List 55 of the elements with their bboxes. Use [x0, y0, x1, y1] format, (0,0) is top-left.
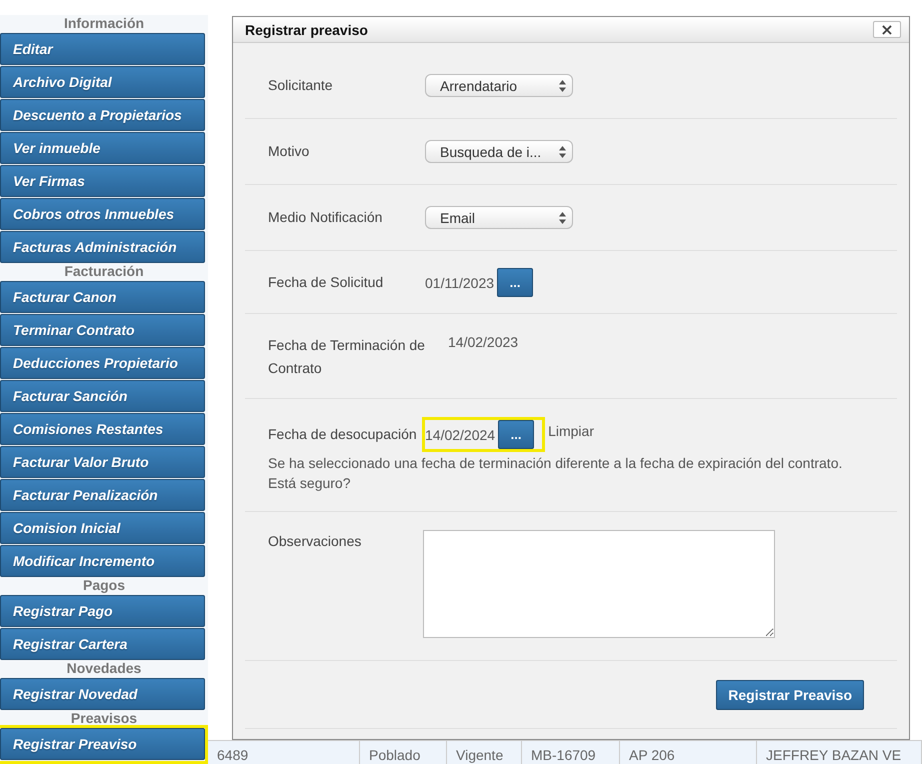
sidebar-button[interactable]: Ver inmueble: [0, 132, 205, 164]
dialog-title: Registrar preaviso: [245, 22, 368, 38]
table-cell: JEFFREY BAZAN VE: [757, 741, 922, 764]
section-title: Facturación: [63, 264, 145, 281]
field-label: Medio Notificación: [267, 208, 384, 227]
sidebar-button[interactable]: Registrar Pago: [0, 595, 205, 627]
section-title: Novedades: [66, 661, 142, 678]
sidebar-button[interactable]: Registrar Cartera: [0, 628, 205, 660]
section-title: Pagos: [82, 578, 126, 595]
sidebar-button[interactable]: Registrar Novedad: [0, 678, 205, 710]
submit-button[interactable]: Registrar Preaviso: [716, 680, 864, 710]
sidebar-button[interactable]: Ver Firmas: [0, 165, 205, 197]
sidebar-button[interactable]: Editar: [0, 33, 205, 65]
sidebar-button[interactable]: Facturar Penalización: [0, 479, 205, 511]
table-cell: 6489: [208, 741, 360, 764]
sidebar-button[interactable]: Cobros otros Inmuebles: [0, 198, 205, 230]
sidebar-button[interactable]: Descuento a Propietarios: [0, 99, 205, 131]
sidebar-button[interactable]: Facturas Administración: [0, 231, 205, 263]
date-picker-button[interactable]: ...: [498, 420, 534, 449]
table-cell: Poblado: [360, 741, 447, 764]
date-value: 14/02/2023: [448, 334, 518, 350]
date-value: 01/11/2023: [425, 274, 494, 290]
select-field[interactable]: Email: [425, 206, 573, 229]
select-field[interactable]: Arrendatario: [425, 74, 573, 97]
field-label: Solicitante: [267, 76, 334, 95]
section-title: Información: [62, 16, 146, 33]
dropdown-arrows-icon: [559, 146, 566, 158]
sidebar-button[interactable]: Archivo Digital: [0, 66, 205, 98]
table-cell: Vigente: [447, 741, 522, 764]
warning-text: Se ha seleccionado una fecha de terminación diferente a la fecha de expiración del contrato. Está seguro?: [267, 454, 844, 493]
section-title: Preavisos: [70, 711, 138, 728]
table-cell: MB-16709: [522, 741, 620, 764]
field-label: Observaciones: [267, 532, 362, 551]
close-button[interactable]: ×: [873, 21, 901, 38]
sidebar-button[interactable]: Terminar Contrato: [0, 314, 205, 346]
dropdown-arrows-icon: [559, 212, 566, 224]
sidebar-button[interactable]: Comisiones Restantes: [0, 413, 205, 445]
sidebar-button[interactable]: Modificar Incremento: [0, 545, 205, 577]
date-value: 14/02/2024: [425, 426, 496, 442]
sidebar-button[interactable]: Facturar Canon: [0, 281, 205, 313]
clear-link[interactable]: Limpiar: [548, 423, 594, 449]
field-label: Fecha de desocupación: [267, 425, 418, 444]
field-label: Fecha de Solicitud: [267, 273, 384, 292]
select-field[interactable]: Busqueda de i...: [425, 140, 573, 163]
sidebar-button[interactable]: Facturar Sanción: [0, 380, 205, 412]
sidebar-button[interactable]: Facturar Valor Bruto: [0, 446, 205, 478]
sidebar-button[interactable]: Comision Inicial: [0, 512, 205, 544]
date-picker-button[interactable]: ...: [497, 268, 534, 297]
field-label: Fecha de Terminación de Contrato: [267, 336, 426, 378]
table-cell: AP 206: [620, 741, 757, 764]
field-label: Motivo: [267, 142, 310, 161]
sidebar-button[interactable]: Deducciones Propietario: [0, 347, 205, 379]
sidebar-button[interactable]: Registrar Preaviso: [0, 728, 205, 760]
dropdown-arrows-icon: [559, 80, 566, 92]
observations-field[interactable]: [423, 530, 775, 638]
